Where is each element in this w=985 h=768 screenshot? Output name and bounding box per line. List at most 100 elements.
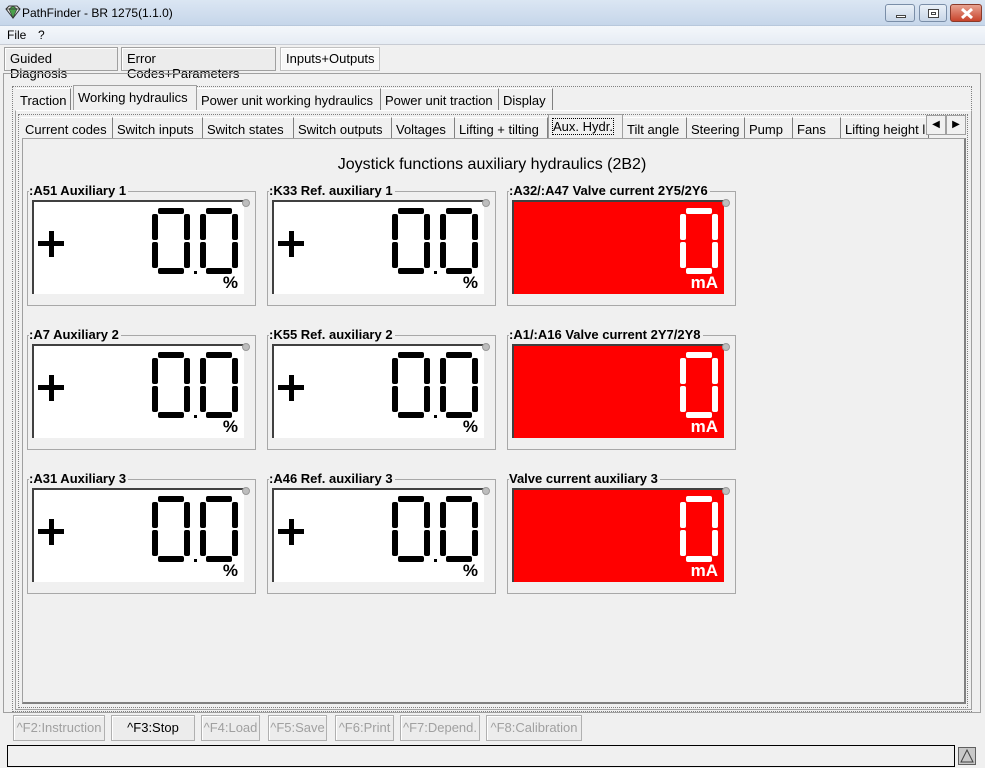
depend-button[interactable]: ^F7:Depend. (400, 715, 480, 741)
tab-steering[interactable]: Steering (687, 117, 745, 139)
decimal-point (434, 271, 437, 274)
tab-switch-states[interactable]: Switch states (203, 117, 294, 139)
segment-digit (392, 208, 430, 274)
arrow-left-icon: ◀ (932, 119, 940, 130)
tab-lifting-tilting[interactable]: Lifting + tilting (455, 117, 548, 139)
gauge-label: :A1/:A16 Valve current 2Y7/2Y8 (509, 327, 703, 342)
segment-digit (392, 352, 430, 418)
status-led-icon (242, 343, 250, 351)
status-led-icon (482, 199, 490, 207)
gauge-unit: mA (690, 561, 718, 580)
status-expand-button[interactable] (958, 747, 976, 765)
stop-button[interactable]: ^F3:Stop (111, 715, 195, 741)
arrow-right-icon: ▶ (952, 119, 960, 130)
status-led-icon (482, 343, 490, 351)
close-icon (960, 8, 974, 19)
gauge: :A51 Auxiliary 1 % 0.0 (27, 183, 256, 306)
gauge-value-digits (680, 496, 718, 562)
status-led-icon (722, 343, 730, 351)
menu-help[interactable]: ? (38, 28, 45, 42)
tab-voltages[interactable]: Voltages (392, 117, 455, 139)
window-title: PathFinder - BR 1275(1.1.0) (22, 6, 173, 20)
gauge-display: % (32, 200, 244, 294)
gauge-display: mA (512, 488, 724, 582)
tab-display[interactable]: Display (499, 88, 553, 110)
segment-digit (680, 208, 718, 274)
gauge-value-digits (152, 208, 238, 274)
gauge-label: :A51 Auxiliary 1 (29, 183, 129, 198)
instruction-button[interactable]: ^F2:Instruction (13, 715, 105, 741)
menu-file[interactable]: File (7, 28, 26, 42)
status-bar (7, 745, 955, 767)
tab-lifting-height[interactable]: Lifting height l (841, 117, 929, 139)
status-led-icon (242, 199, 250, 207)
gauge-unit: % (462, 273, 478, 292)
tab-aux-hydr[interactable]: Aux. Hydr. (548, 114, 623, 139)
gauge-value-digits (392, 496, 478, 562)
gauge-value-digits (392, 352, 478, 418)
segment-digit (200, 496, 238, 562)
tab-switch-inputs[interactable]: Switch inputs (113, 117, 203, 139)
calibration-button[interactable]: ^F8:Calibration (486, 715, 582, 741)
plus-minus-sign-icon (278, 519, 304, 545)
tab-working-hydraulics[interactable]: Working hydraulics (73, 85, 197, 110)
print-button[interactable]: ^F6:Print (335, 715, 394, 741)
gauge-display: % (32, 344, 244, 438)
decimal-point (194, 271, 197, 274)
save-button[interactable]: ^F5:Save (268, 715, 327, 741)
gauge-unit: % (222, 417, 238, 436)
decimal-point (434, 559, 437, 562)
guided-diagnosis-button[interactable]: Guided Diagnosis (4, 47, 118, 81)
segment-digit (440, 208, 478, 274)
load-button[interactable]: ^F4:Load (201, 715, 260, 741)
gauge-value-digits (680, 352, 718, 418)
gauge: :A46 Ref. auxiliary 3 % 0.0 (267, 471, 496, 594)
menu-bar: File ? (0, 26, 985, 45)
gauge-display: % (272, 200, 484, 294)
status-led-icon (722, 199, 730, 207)
gauge-label: :A31 Auxiliary 3 (29, 471, 129, 486)
triangle-up-icon (960, 748, 974, 763)
tab-power-unit-working-hydraulics[interactable]: Power unit working hydraulics (197, 88, 381, 110)
error-codes-parameters-button[interactable]: Error Codes+Parameters (121, 47, 276, 81)
gauge: :K33 Ref. auxiliary 1 % 0.0 (267, 183, 496, 306)
maximize-button[interactable] (919, 4, 947, 22)
gauge-label: :A7 Auxiliary 2 (29, 327, 121, 342)
title-bar: PathFinder - BR 1275(1.1.0) (0, 0, 985, 26)
segment-digit (440, 496, 478, 562)
segment-digit (200, 352, 238, 418)
close-button[interactable] (950, 4, 982, 22)
gauge-unit: % (462, 417, 478, 436)
tab-pump[interactable]: Pump (745, 117, 793, 139)
plus-minus-sign-icon (278, 375, 304, 401)
gauge-value-digits (392, 208, 478, 274)
diamond-icon (5, 5, 21, 19)
tab-power-unit-traction[interactable]: Power unit traction (381, 88, 499, 110)
minimize-button[interactable] (885, 4, 915, 22)
tab-scroll-right-button[interactable]: ▶ (946, 115, 966, 135)
tab-switch-outputs[interactable]: Switch outputs (294, 117, 392, 139)
plus-minus-sign-icon (278, 231, 304, 257)
gauge-unit: % (222, 273, 238, 292)
tab-traction[interactable]: Traction (16, 88, 71, 110)
tab-current-codes[interactable]: Current codes (21, 117, 113, 139)
decimal-point (194, 415, 197, 418)
gauge-display: % (272, 488, 484, 582)
segment-digit (680, 496, 718, 562)
tab-fans[interactable]: Fans (793, 117, 841, 139)
tab-tilt-angle[interactable]: Tilt angle (623, 117, 687, 139)
inputs-outputs-button[interactable]: Inputs+Outputs (280, 47, 380, 71)
gauge-display: mA (512, 344, 724, 438)
plus-minus-sign-icon (38, 375, 64, 401)
gauge-unit: mA (690, 417, 718, 436)
gauge-label: :A32/:A47 Valve current 2Y5/2Y6 (509, 183, 710, 198)
segment-digit (440, 352, 478, 418)
tab-scroll-left-button[interactable]: ◀ (926, 115, 946, 135)
gauge: :A32/:A47 Valve current 2Y5/2Y6 mA 0 (507, 183, 736, 306)
gauge-label: :K55 Ref. auxiliary 2 (269, 327, 395, 342)
plus-minus-sign-icon (38, 519, 64, 545)
segment-digit (152, 496, 190, 562)
segment-digit (680, 352, 718, 418)
plus-minus-sign-icon (38, 231, 64, 257)
segment-digit (392, 496, 430, 562)
